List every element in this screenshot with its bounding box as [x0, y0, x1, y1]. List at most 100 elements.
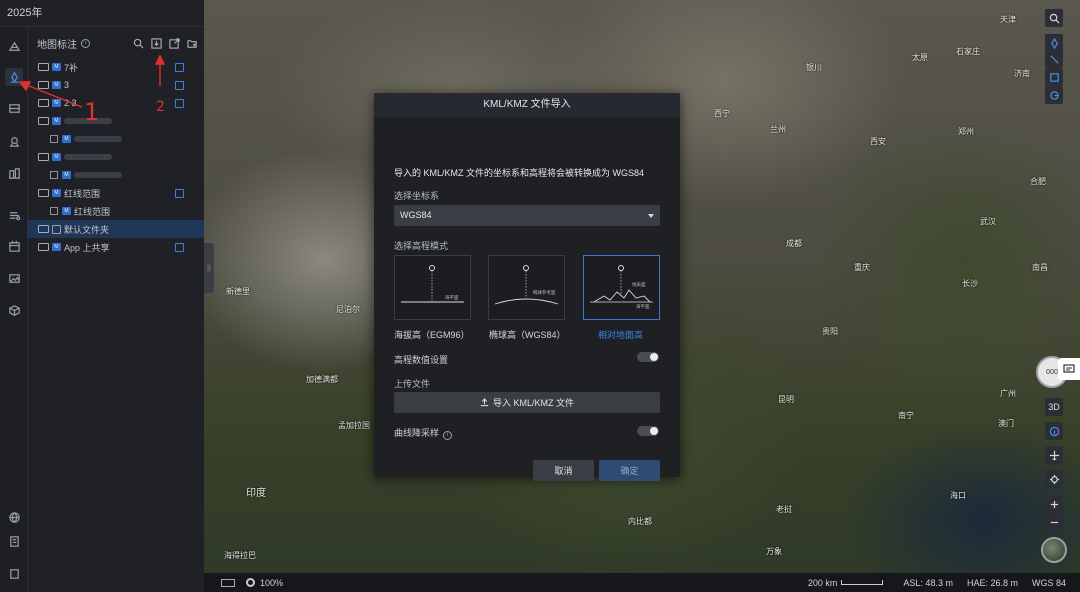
map-label: 新德里 — [226, 287, 250, 296]
layer-badge-icon: M — [52, 243, 61, 251]
mode-card-relative[interactable]: 地表面 海平面 — [583, 255, 660, 320]
map-label: 万象 — [766, 547, 782, 556]
zoom-ring-icon — [246, 578, 255, 587]
copy-icon[interactable] — [175, 98, 184, 108]
export-icon[interactable] — [5, 564, 23, 582]
search-icon[interactable] — [132, 37, 144, 49]
tree-folder[interactable]: M 3 — [28, 76, 204, 94]
scale-label: 200 km — [807, 577, 838, 588]
tree-folder[interactable]: M 7补 — [28, 58, 204, 76]
info-circle-icon[interactable] — [1045, 422, 1063, 440]
route-icon[interactable] — [5, 206, 23, 224]
locate-icon[interactable] — [1045, 470, 1063, 488]
globe-icon[interactable] — [5, 508, 23, 526]
map-label: 成都 — [786, 239, 802, 248]
search-icon[interactable] — [1045, 9, 1063, 27]
map-label: 郑州 — [958, 127, 974, 136]
folder-icon — [38, 243, 49, 251]
tree-folder[interactable]: M — [28, 112, 204, 130]
checkbox[interactable] — [52, 224, 61, 234]
database-icon[interactable] — [5, 99, 23, 117]
folder-icon — [38, 117, 49, 125]
copy-icon[interactable] — [175, 242, 184, 252]
zoom-in-icon[interactable] — [1045, 495, 1063, 513]
tree-item[interactable]: M — [28, 166, 204, 184]
upload-label: 上传文件 — [394, 379, 431, 389]
panel-collapse-handle[interactable]: || — [204, 243, 214, 293]
polygon-tool-icon[interactable] — [1045, 68, 1063, 86]
cancel-button[interactable]: 取消 — [533, 460, 594, 481]
tree-label-blurred — [64, 154, 112, 160]
tree-folder[interactable]: M 红线范围 — [28, 184, 204, 202]
marker-icon[interactable] — [5, 68, 23, 86]
tree-folder[interactable]: M 2 3 — [28, 94, 204, 112]
upload-kml-button[interactable]: 导入 KML/KMZ 文件 — [394, 392, 660, 413]
mode-caption: 海拔高（EGM96） — [394, 330, 470, 340]
tree-folder[interactable]: M App 上共享 — [28, 238, 204, 256]
tree-item[interactable]: M 红线范围 — [28, 202, 204, 220]
elev-setting-toggle[interactable] — [637, 352, 659, 362]
map-label: 西安 — [870, 137, 886, 146]
mode-tag: 海平面 — [636, 303, 650, 310]
folder-icon — [38, 81, 49, 89]
line-tool-icon[interactable] — [1045, 50, 1063, 68]
crs-select[interactable]: WGS84 — [394, 205, 660, 226]
map-label: 海得拉巴 — [224, 551, 256, 560]
polygon-icon — [50, 171, 58, 179]
map-label: 印度 — [246, 488, 266, 499]
chat-icon[interactable] — [1058, 358, 1080, 380]
layer-badge-icon: M — [52, 81, 61, 89]
year-selector[interactable]: 2025年 — [0, 0, 204, 27]
map-label: 南昌 — [1032, 263, 1048, 272]
compass-value: 000 — [1046, 368, 1058, 376]
export-file-icon[interactable] — [168, 37, 180, 49]
curve-sampling-label: 曲线降采样 i — [394, 426, 453, 440]
basemap-switch-icon[interactable] — [1041, 537, 1067, 563]
report-icon[interactable] — [5, 532, 23, 550]
building-icon[interactable] — [5, 132, 23, 150]
cube-icon[interactable] — [5, 301, 23, 319]
layer-badge-icon: M — [52, 153, 61, 161]
folder-icon — [38, 99, 49, 107]
tree-folder[interactable]: M — [28, 148, 204, 166]
image-icon[interactable] — [5, 269, 23, 287]
city-icon[interactable] — [5, 164, 23, 182]
mode-card-wgs84[interactable]: 椭球参考面 — [488, 255, 565, 320]
info-icon[interactable]: i — [81, 38, 90, 48]
flight-icon[interactable] — [1045, 446, 1063, 464]
dialog-title: KML/KMZ 文件导入 — [374, 93, 680, 117]
tree-label: 3 — [64, 80, 70, 90]
circle-tool-icon[interactable] — [1045, 86, 1063, 104]
confirm-button[interactable]: 确定 — [599, 460, 660, 481]
3d-toggle-button[interactable]: 3D — [1045, 398, 1063, 416]
keyboard-icon[interactable] — [221, 578, 235, 587]
copy-icon[interactable] — [175, 80, 184, 90]
mode-card-egm96[interactable]: 海平面 — [394, 255, 471, 320]
hae-readout: HAE: 26.8 m — [966, 577, 1018, 588]
map-label: 尼泊尔 — [336, 305, 360, 314]
layers-icon[interactable] — [5, 37, 23, 55]
map-label: 重庆 — [854, 263, 870, 272]
layer-badge-icon: M — [52, 99, 61, 107]
zoom-out-icon[interactable] — [1045, 513, 1063, 531]
tree-item[interactable]: M — [28, 130, 204, 148]
copy-icon[interactable] — [175, 188, 184, 198]
map-label: 天津 — [1000, 15, 1016, 24]
curve-sampling-toggle[interactable] — [637, 426, 659, 436]
annotation-number: 1 — [84, 98, 100, 126]
crs-select-value: WGS84 — [400, 210, 432, 220]
polygon-icon — [50, 207, 58, 215]
copy-icon[interactable] — [175, 62, 184, 72]
import-icon[interactable] — [150, 37, 162, 49]
mode-tag: 地表面 — [632, 281, 646, 288]
crs-label: 选择坐标系 — [394, 191, 440, 201]
layer-badge-icon: M — [62, 171, 71, 179]
map-label: 贵阳 — [822, 327, 838, 336]
tree-label-blurred — [74, 136, 122, 142]
scale-bar — [841, 580, 884, 585]
new-folder-icon[interactable] — [186, 37, 198, 49]
calendar-icon[interactable] — [5, 237, 23, 255]
info-icon[interactable]: i — [443, 431, 453, 440]
map-label: 广州 — [1000, 389, 1016, 398]
tree-folder-selected[interactable]: 默认文件夹 — [28, 220, 204, 238]
